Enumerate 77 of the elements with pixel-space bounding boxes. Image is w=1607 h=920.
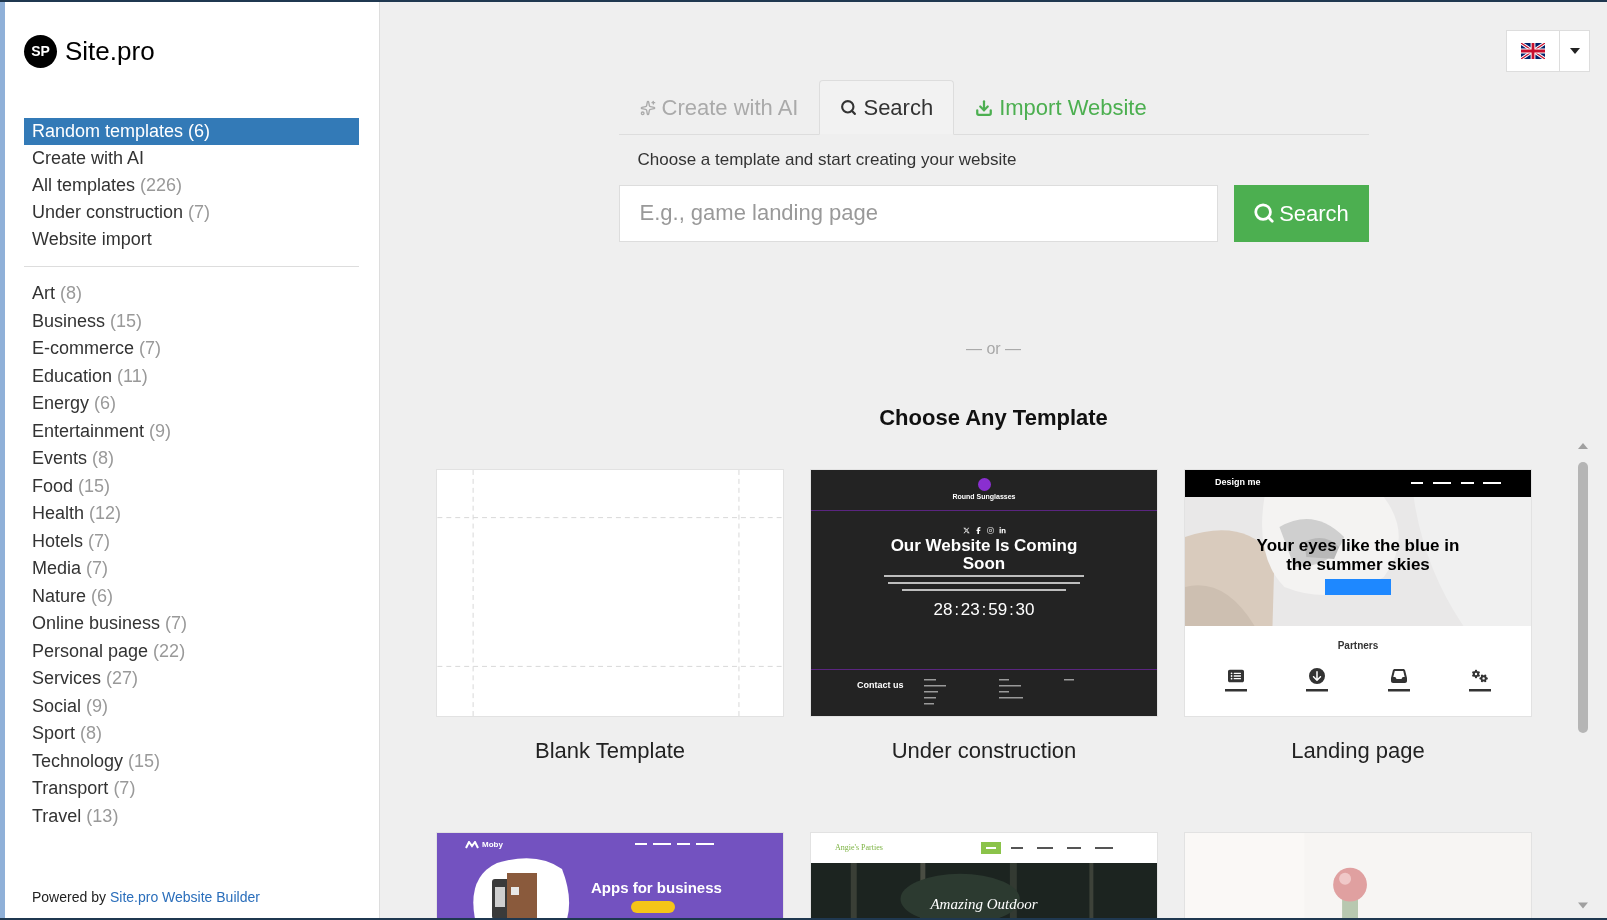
search-icon — [1253, 202, 1276, 224]
hero-title: Apps for business — [591, 878, 722, 897]
category-item[interactable]: Nature (6) — [24, 582, 359, 610]
label-line-drawing — [1224, 688, 1247, 692]
category-item[interactable]: Energy (6) — [24, 390, 359, 418]
language-dropdown[interactable] — [1506, 30, 1590, 72]
section-heading: Choose Any Template — [879, 403, 1108, 432]
countdown-colon: : — [981, 600, 987, 619]
download-icon — [1309, 667, 1326, 684]
hero-button[interactable] — [631, 900, 675, 913]
contact-title: Contact us — [857, 678, 904, 691]
menu-item[interactable]: Create with AI — [24, 145, 359, 172]
caret-icon — [1569, 48, 1580, 54]
category-item[interactable]: Hotels (7) — [24, 527, 359, 555]
footer-link[interactable]: Site.pro Website Builder — [109, 887, 260, 908]
subtitle: Choose a template and start creating your website — [637, 149, 1018, 171]
countdown-colon: : — [954, 600, 959, 619]
uk-flag-icon — [1521, 43, 1545, 59]
category-item[interactable]: Health (12) — [24, 500, 359, 528]
template-caption: Under construction — [891, 737, 1077, 764]
category-item[interactable]: Entertainment (9) — [24, 417, 359, 445]
linkedin-icon[interactable] — [998, 526, 1006, 534]
hero-title: Our Website Is Coming Soon — [889, 536, 1079, 573]
list-icon — [1227, 667, 1244, 684]
download-icon — [975, 98, 994, 117]
category-item[interactable]: Technology (15) — [24, 747, 359, 775]
facebook-icon[interactable] — [974, 526, 982, 534]
inbox-icon — [1390, 667, 1407, 684]
brand-name: Moby — [482, 838, 503, 851]
category-item[interactable]: Education (11) — [24, 362, 359, 390]
countdown-value: 28 — [933, 600, 953, 619]
logo-text: Site.pro — [65, 35, 155, 68]
category-item[interactable]: Personal page (22) — [24, 637, 359, 665]
menu-item[interactable]: All templates (226) — [24, 172, 359, 199]
logo-icon — [465, 840, 479, 849]
sparkle-icon — [639, 99, 656, 116]
menu-item[interactable]: Under construction (7) — [24, 199, 359, 226]
logo-badge: SP — [24, 35, 57, 68]
category-item[interactable]: Transport (7) — [24, 775, 359, 803]
category-item[interactable]: Online business (7) — [24, 610, 359, 638]
x-logo-icon[interactable] — [962, 526, 970, 534]
template-caption: Landing page — [1291, 737, 1425, 764]
category-item[interactable]: E-commerce (7) — [24, 335, 359, 363]
footer-text: Powered by — [32, 888, 106, 907]
label-line-drawing — [1387, 688, 1410, 692]
category-item[interactable]: Services (27) — [24, 665, 359, 693]
category-item[interactable]: Events (8) — [24, 445, 359, 473]
countdown-value: 30 — [1015, 600, 1035, 619]
category-item[interactable]: Media (7) — [24, 555, 359, 583]
search-field[interactable]: E.g., game landing page — [618, 184, 1218, 242]
category-item[interactable]: Art (8) — [24, 280, 359, 308]
hero-title: Your eyes like the blue in the summer skies — [1255, 535, 1461, 574]
label-line-drawing — [1469, 688, 1492, 692]
category-item[interactable]: Business (15) — [24, 307, 359, 335]
brand-name: Angie's Parties — [835, 841, 883, 854]
tab[interactable]: Search — [819, 80, 955, 135]
label-line-drawing — [1306, 688, 1329, 692]
countdown-value: 59 — [988, 600, 1008, 619]
menu-item[interactable]: Random templates (6) — [24, 118, 359, 145]
hero-title: Amazing Outdoor — [930, 894, 1038, 914]
menu-item[interactable]: Website import — [24, 226, 359, 253]
or-separator: — or — — [965, 338, 1022, 359]
category-item[interactable]: Food (15) — [24, 472, 359, 500]
category-item[interactable]: Social (9) — [24, 692, 359, 720]
category-item[interactable]: Travel (13) — [24, 802, 359, 830]
gears-icon — [1472, 667, 1489, 684]
countdown-value: 23 — [960, 600, 980, 619]
template-preview[interactable]: Angie's Parties Amazing Outdoor — [810, 831, 1158, 918]
instagram-icon[interactable] — [986, 526, 994, 534]
template-preview[interactable]: Design me Your eyes like the blue in the summer skies Partners — [1184, 468, 1532, 717]
brand-name: Design me — [1215, 476, 1261, 490]
category-item[interactable]: Sport (8) — [24, 720, 359, 748]
template-caption: Blank Template — [535, 737, 685, 764]
template-preview[interactable]: Moby Apps for business — [436, 831, 784, 918]
search-icon — [840, 99, 858, 116]
countdown-colon: : — [1009, 600, 1014, 619]
section-title: Partners — [1337, 638, 1379, 653]
